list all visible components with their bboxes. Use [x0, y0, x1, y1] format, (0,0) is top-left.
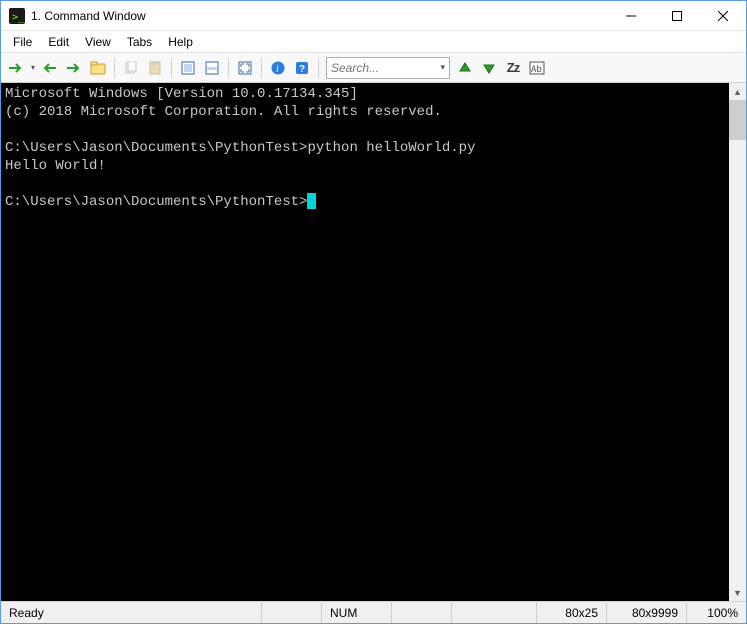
- copy-button[interactable]: [120, 57, 142, 79]
- window-title: 1. Command Window: [31, 9, 608, 23]
- scrollbar[interactable]: ▲ ▼: [729, 83, 746, 601]
- case-toggle-button[interactable]: Zz: [502, 57, 524, 79]
- search-dropdown-icon[interactable]: ▾: [440, 62, 445, 73]
- menubar: File Edit View Tabs Help: [1, 31, 746, 53]
- new-tab-button[interactable]: [5, 57, 27, 79]
- terminal-line: Microsoft Windows [Version 10.0.17134.34…: [5, 86, 358, 102]
- titlebar: >_ 1. Command Window: [1, 1, 746, 31]
- status-buffer: 80x9999: [606, 602, 686, 623]
- search-input[interactable]: [331, 61, 436, 75]
- status-spacer: [451, 602, 536, 623]
- statusbar: Ready NUM 80x25 80x9999 100%: [1, 601, 746, 623]
- select-line-button[interactable]: [201, 57, 223, 79]
- status-viewport: 80x25: [536, 602, 606, 623]
- menu-view[interactable]: View: [77, 33, 119, 51]
- menu-edit[interactable]: Edit: [40, 33, 77, 51]
- svg-text:>_: >_: [12, 12, 25, 23]
- status-ready: Ready: [1, 602, 261, 623]
- search-up-button[interactable]: [454, 57, 476, 79]
- toolbar: ▾: [1, 53, 746, 83]
- maximize-button[interactable]: [654, 1, 700, 30]
- scroll-thumb[interactable]: [729, 100, 746, 140]
- select-block-button[interactable]: [177, 57, 199, 79]
- minimize-button[interactable]: [608, 1, 654, 30]
- cursor: [307, 193, 316, 209]
- app-icon: >_: [9, 8, 25, 24]
- terminal-line: (c) 2018 Microsoft Corporation. All righ…: [5, 104, 442, 120]
- menu-file[interactable]: File: [5, 33, 40, 51]
- next-tab-button[interactable]: [63, 57, 85, 79]
- prev-tab-button[interactable]: [39, 57, 61, 79]
- scroll-up-icon[interactable]: ▲: [729, 83, 746, 100]
- new-tab-dropdown[interactable]: ▾: [29, 63, 37, 72]
- status-caps: [261, 602, 321, 623]
- scroll-track[interactable]: [729, 100, 746, 584]
- search-box[interactable]: ▾: [326, 57, 450, 79]
- status-zoom: 100%: [686, 602, 746, 623]
- terminal-line: C:\Users\Jason\Documents\PythonTest>pyth…: [5, 140, 475, 156]
- menu-tabs[interactable]: Tabs: [119, 33, 160, 51]
- terminal-area: Microsoft Windows [Version 10.0.17134.34…: [1, 83, 746, 601]
- svg-text:Ab: Ab: [531, 65, 542, 75]
- scroll-down-icon[interactable]: ▼: [729, 584, 746, 601]
- close-button[interactable]: [700, 1, 746, 30]
- about-button[interactable]: i: [267, 57, 289, 79]
- menu-help[interactable]: Help: [160, 33, 201, 51]
- regex-toggle-button[interactable]: Ab: [526, 57, 548, 79]
- svg-text:i: i: [276, 64, 279, 75]
- paste-button[interactable]: [144, 57, 166, 79]
- svg-text:?: ?: [299, 64, 305, 75]
- terminal[interactable]: Microsoft Windows [Version 10.0.17134.34…: [1, 83, 729, 601]
- case-icon: Zz: [507, 60, 519, 75]
- terminal-line: Hello World!: [5, 158, 106, 174]
- help-button[interactable]: ?: [291, 57, 313, 79]
- status-num: NUM: [321, 602, 391, 623]
- explorer-button[interactable]: [87, 57, 109, 79]
- terminal-prompt: C:\Users\Jason\Documents\PythonTest>: [5, 194, 307, 210]
- search-down-button[interactable]: [478, 57, 500, 79]
- status-scroll: [391, 602, 451, 623]
- fullscreen-button[interactable]: [234, 57, 256, 79]
